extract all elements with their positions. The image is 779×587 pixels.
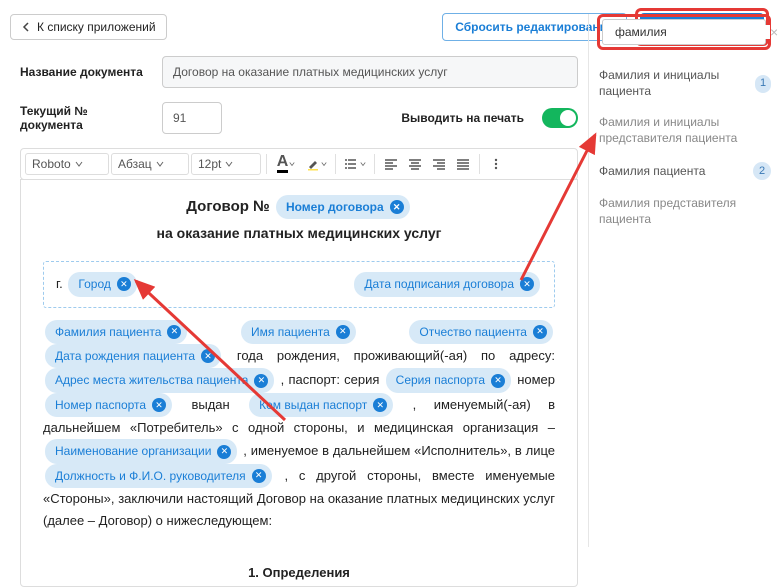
doc-name-input[interactable]: [162, 56, 578, 88]
cur-num-label: Текущий № документа: [20, 104, 150, 132]
pill-address[interactable]: Адрес места жительства пациента✕: [45, 368, 274, 392]
var-item-label: Фамилия представителя пациента: [599, 196, 771, 227]
pill-remove-icon[interactable]: ✕: [217, 445, 231, 459]
editor-body[interactable]: Договор № Номер договора✕ на оказание пл…: [21, 180, 577, 586]
chevron-down-icon: [156, 160, 164, 168]
toolbar-font-select[interactable]: Roboto: [25, 153, 109, 175]
dashed-container: г. Город✕ Дата подписания договора✕: [43, 261, 555, 307]
back-button[interactable]: К списку приложений: [10, 14, 167, 40]
var-item-badge: 1: [755, 75, 771, 93]
var-item-badge: 2: [753, 162, 771, 180]
print-label: Выводить на печать: [401, 111, 524, 125]
pill-pass-series[interactable]: Серия паспорта✕: [386, 368, 511, 392]
doc-paragraph-main: Фамилия пациента✕ Имя пациента✕ Отчество…: [43, 320, 555, 533]
toolbar-para-select[interactable]: Абзац: [111, 153, 189, 175]
doc-name-label: Название документа: [20, 65, 150, 79]
search-highlight: ×: [597, 14, 771, 50]
align-left-icon: [384, 157, 398, 171]
pill-org[interactable]: Наименование организации✕: [45, 439, 237, 463]
toolbar-align-left[interactable]: [380, 153, 402, 175]
chevron-left-icon: [21, 22, 31, 32]
toolbar-more[interactable]: [485, 153, 507, 175]
pill-surname[interactable]: Фамилия пациента✕: [45, 320, 187, 344]
pill-patronymic[interactable]: Отчество пациента✕: [409, 320, 553, 344]
cur-num-input[interactable]: [162, 102, 222, 134]
pill-remove-icon[interactable]: ✕: [336, 325, 350, 339]
toolbar-align-right[interactable]: [428, 153, 450, 175]
chevron-down-icon: [360, 161, 366, 167]
pill-remove-icon[interactable]: ✕: [117, 277, 131, 291]
pill-remove-icon[interactable]: ✕: [373, 398, 387, 412]
pill-remove-icon[interactable]: ✕: [201, 349, 215, 363]
pill-city[interactable]: Город✕: [68, 272, 136, 296]
toolbar-list[interactable]: [341, 153, 369, 175]
city-prefix: г.: [56, 276, 63, 291]
toolbar-text-color[interactable]: A: [272, 153, 300, 175]
pill-sign-date[interactable]: Дата подписания договора✕: [354, 272, 540, 296]
search-input[interactable]: [615, 25, 770, 39]
cur-num-value[interactable]: [173, 111, 211, 125]
var-item-2[interactable]: Фамилия пациента 2: [597, 154, 771, 188]
chevron-down-icon: [75, 160, 83, 168]
close-icon[interactable]: ×: [770, 24, 778, 40]
toolbar-align-justify[interactable]: [452, 153, 474, 175]
var-item-3[interactable]: Фамилия представителя пациента: [597, 188, 771, 235]
editor-toolbar: Roboto Абзац 12pt A: [20, 148, 578, 180]
chevron-down-icon: [289, 161, 295, 167]
print-toggle[interactable]: [542, 108, 578, 128]
toolbar-align-center[interactable]: [404, 153, 426, 175]
pill-manager-fio[interactable]: Должность и Ф.И.О. руководителя✕: [45, 464, 272, 488]
chevron-down-icon: [225, 160, 233, 168]
toolbar-bg-color[interactable]: [302, 153, 330, 175]
pill-remove-icon[interactable]: ✕: [252, 469, 266, 483]
var-item-label: Фамилия и инициалы представителя пациент…: [599, 115, 771, 146]
highlighter-icon: [306, 157, 320, 171]
more-vertical-icon: [489, 157, 503, 171]
pill-dob[interactable]: Дата рождения пациента✕: [45, 344, 221, 368]
pill-remove-icon[interactable]: ✕: [167, 325, 181, 339]
doc-subheading: на оказание платных медицинских услуг: [43, 222, 555, 246]
pill-contract-number[interactable]: Номер договора✕: [276, 195, 410, 219]
pill-remove-icon[interactable]: ✕: [491, 374, 505, 388]
pill-remove-icon[interactable]: ✕: [254, 374, 268, 388]
doc-name-value[interactable]: [173, 65, 567, 79]
chevron-down-icon: [321, 161, 327, 167]
list-icon: [345, 157, 359, 171]
editor-scroll[interactable]: Договор № Номер договора✕ на оказание пл…: [21, 180, 577, 586]
align-right-icon: [432, 157, 446, 171]
toolbar-size-select[interactable]: 12pt: [191, 153, 261, 175]
align-justify-icon: [456, 157, 470, 171]
var-item-1[interactable]: Фамилия и инициалы представителя пациент…: [597, 107, 771, 154]
pill-remove-icon[interactable]: ✕: [152, 398, 166, 412]
var-item-label: Фамилия пациента: [599, 164, 705, 180]
pill-pass-issued[interactable]: Кем выдан паспорт✕: [249, 393, 393, 417]
var-item-label: Фамилия и инициалы пациента: [599, 68, 755, 99]
align-center-icon: [408, 157, 422, 171]
doc-section-1: 1. Определения: [43, 562, 555, 584]
pill-name[interactable]: Имя пациента✕: [241, 320, 356, 344]
pill-remove-icon[interactable]: ✕: [533, 325, 547, 339]
editor-body-wrap: Договор № Номер договора✕ на оказание пл…: [20, 179, 578, 587]
pill-remove-icon[interactable]: ✕: [390, 200, 404, 214]
back-button-label: К списку приложений: [37, 20, 156, 34]
doc-heading-text: Договор №: [186, 198, 269, 215]
var-item-0[interactable]: Фамилия и инициалы пациента 1: [597, 60, 771, 107]
pill-remove-icon[interactable]: ✕: [520, 277, 534, 291]
pill-pass-number[interactable]: Номер паспорта✕: [45, 393, 172, 417]
